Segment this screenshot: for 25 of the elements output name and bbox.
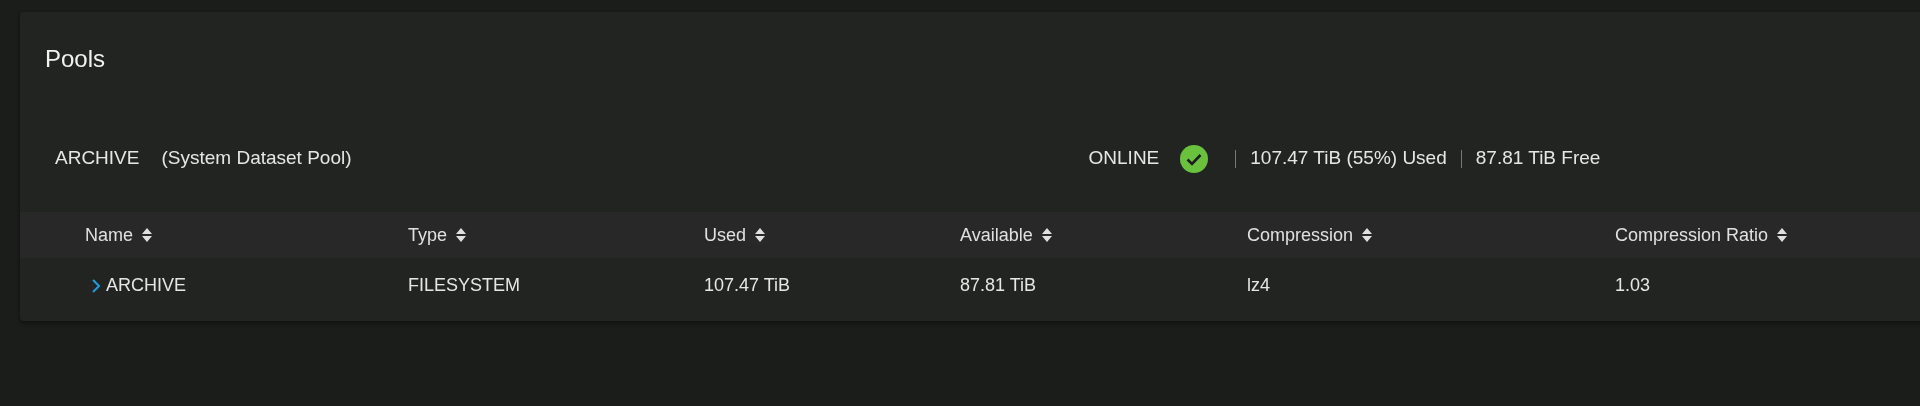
- pool-name: ARCHIVE: [55, 146, 140, 171]
- column-header[interactable]: Available: [960, 221, 1033, 249]
- column-header[interactable]: Used: [704, 221, 747, 249]
- pool-used: 107.47 TiB (55%) Used: [1250, 146, 1447, 171]
- sort-icon[interactable]: [141, 227, 153, 243]
- sort-icon[interactable]: [1776, 227, 1789, 243]
- sort-icon[interactable]: [1040, 227, 1053, 243]
- column-header[interactable]: Compression Ratio: [1615, 221, 1769, 249]
- sort-icon[interactable]: [455, 227, 468, 243]
- sort-icon[interactable]: [1361, 227, 1374, 243]
- chevron-icon[interactable]: [92, 278, 100, 293]
- pool-status: ONLINE: [1088, 146, 1160, 171]
- pool-note: (System Dataset Pool): [161, 146, 352, 171]
- table-cell-text: FILESYSTEM: [408, 274, 521, 297]
- table-cell-text: 1.03: [1615, 274, 1651, 297]
- column-header[interactable]: Name: [85, 221, 133, 249]
- sort-icon[interactable]: [754, 227, 767, 243]
- table-cell-text: 87.81 TiB: [960, 274, 1037, 297]
- table-cell-text: lz4: [1247, 274, 1270, 297]
- column-header[interactable]: Type: [408, 221, 448, 249]
- table-cell-text: 107.47 TiB: [704, 274, 791, 297]
- pool-free: 87.81 TiB Free: [1475, 146, 1601, 171]
- table-cell-text: ARCHIVE: [106, 274, 186, 297]
- column-header[interactable]: Compression: [1247, 221, 1354, 249]
- card-title: Pools: [45, 43, 106, 74]
